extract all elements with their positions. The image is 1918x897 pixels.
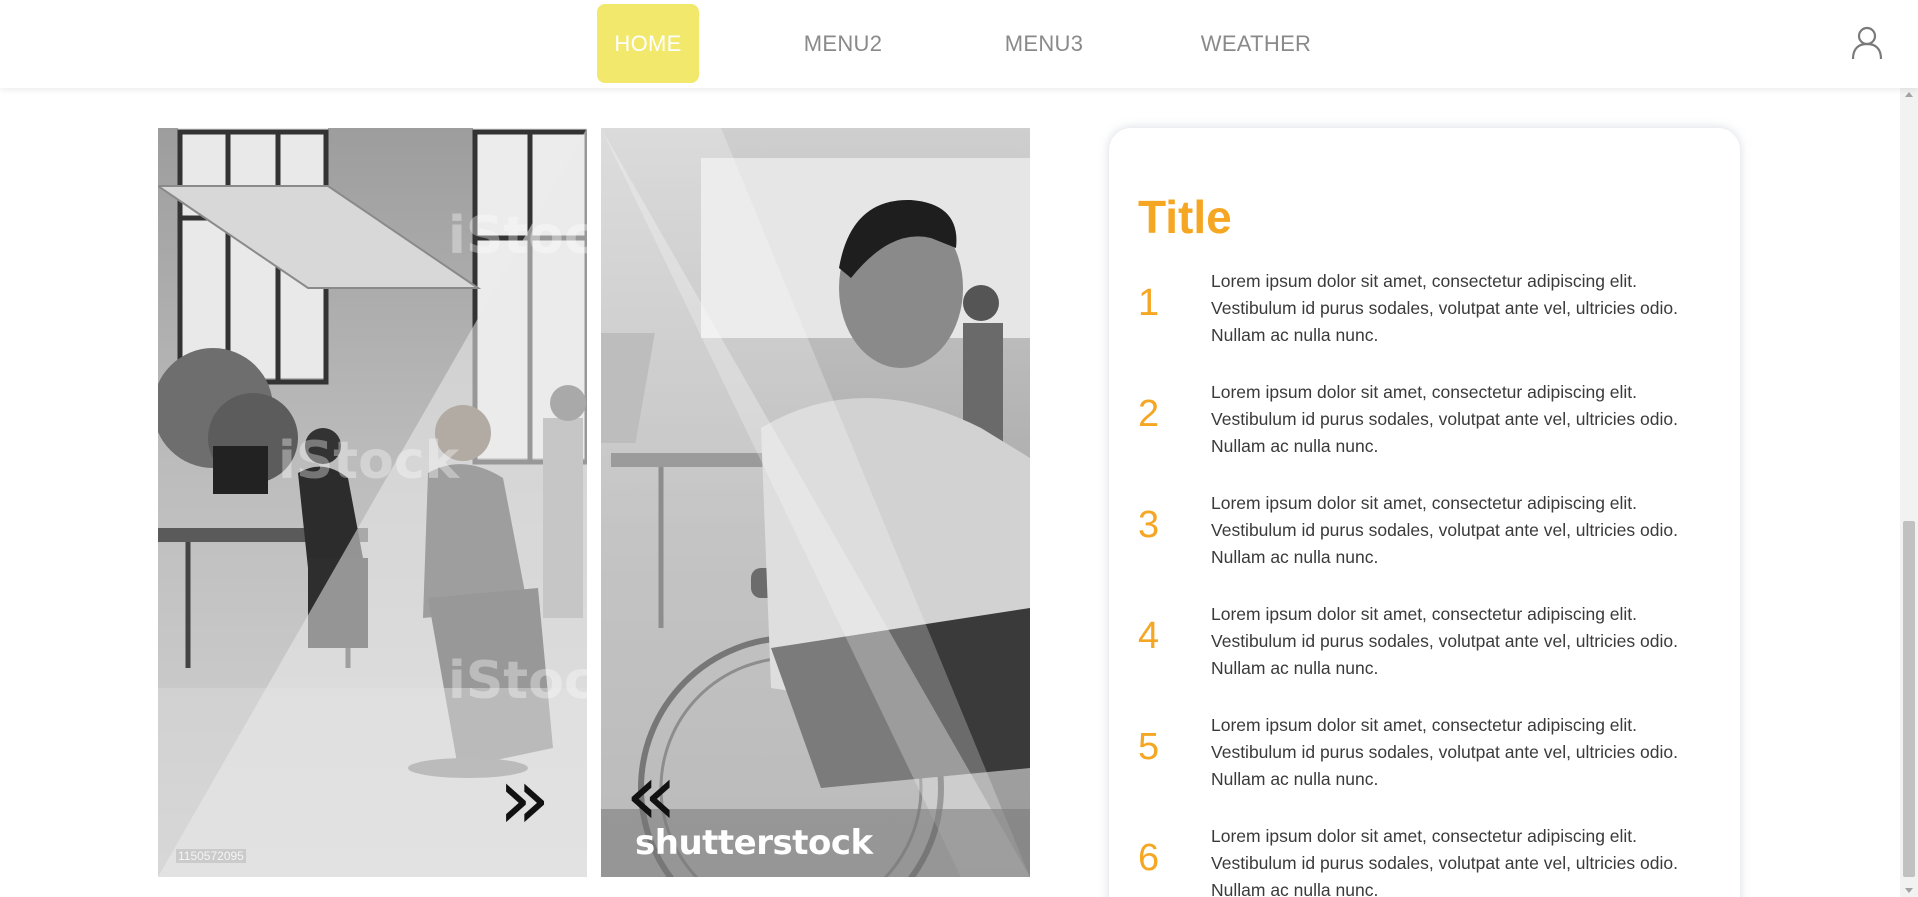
- list-item-text: Lorem ipsum dolor sit amet, consectetur …: [1211, 715, 1678, 789]
- image-id-label: 1150572095: [176, 849, 246, 863]
- list-item-number: 5: [1138, 726, 1160, 768]
- list-item-text: Lorem ipsum dolor sit amet, consectetur …: [1211, 826, 1678, 897]
- list-item-number: 6: [1138, 837, 1160, 879]
- user-icon[interactable]: [1850, 26, 1884, 60]
- nav-item-weather[interactable]: WEATHER: [1196, 4, 1316, 83]
- chevron-double-left-icon[interactable]: «: [625, 752, 678, 838]
- list-item: 1 Lorem ipsum dolor sit amet, consectetu…: [1109, 268, 1740, 350]
- scrollbar-thumb[interactable]: [1903, 521, 1915, 877]
- top-nav-bar: HOME MENU2 MENU3 WEATHER: [0, 0, 1918, 88]
- page: HOME MENU2 MENU3 WEATHER iStoc iStock iS…: [0, 0, 1918, 897]
- list-item-text: Lorem ipsum dolor sit amet, consectetur …: [1211, 604, 1678, 678]
- list-item: 6 Lorem ipsum dolor sit amet, consectetu…: [1109, 823, 1740, 897]
- list-item: 5 Lorem ipsum dolor sit amet, consectetu…: [1109, 712, 1740, 794]
- list-item: 3 Lorem ipsum dolor sit amet, consectetu…: [1109, 490, 1740, 572]
- list-item-number: 2: [1138, 393, 1160, 435]
- svg-text:iStock: iStock: [448, 206, 587, 266]
- nav-item-menu3[interactable]: MENU3: [993, 4, 1095, 83]
- info-card: Title 1 Lorem ipsum dolor sit amet, cons…: [1109, 128, 1740, 897]
- card-title: Title: [1138, 191, 1232, 243]
- list-item-number: 1: [1138, 282, 1160, 324]
- list-item-number: 4: [1138, 615, 1160, 657]
- list-item-text: Lorem ipsum dolor sit amet, consectetur …: [1211, 493, 1678, 567]
- svg-text:iStock: iStock: [278, 431, 461, 491]
- slider-image-left: iStock iStock iStock 1150572095 »: [158, 128, 587, 877]
- scroll-down-arrow-icon[interactable]: [1905, 888, 1913, 893]
- list-item-number: 3: [1138, 504, 1160, 546]
- vertical-scrollbar[interactable]: [1900, 88, 1918, 897]
- nav-item-menu2[interactable]: MENU2: [792, 4, 894, 83]
- list-item-text: Lorem ipsum dolor sit amet, consectetur …: [1211, 271, 1678, 345]
- list-item-text: Lorem ipsum dolor sit amet, consectetur …: [1211, 382, 1678, 456]
- chevron-double-right-icon[interactable]: »: [498, 756, 551, 842]
- scroll-up-arrow-icon[interactable]: [1905, 92, 1913, 97]
- list-item: 2 Lorem ipsum dolor sit amet, consectetu…: [1109, 379, 1740, 461]
- svg-text:iStock: iStock: [448, 651, 587, 711]
- list-item: 4 Lorem ipsum dolor sit amet, consectetu…: [1109, 601, 1740, 683]
- nav-item-home[interactable]: HOME: [597, 4, 699, 83]
- slider-image-right: shutterstock «: [601, 128, 1030, 877]
